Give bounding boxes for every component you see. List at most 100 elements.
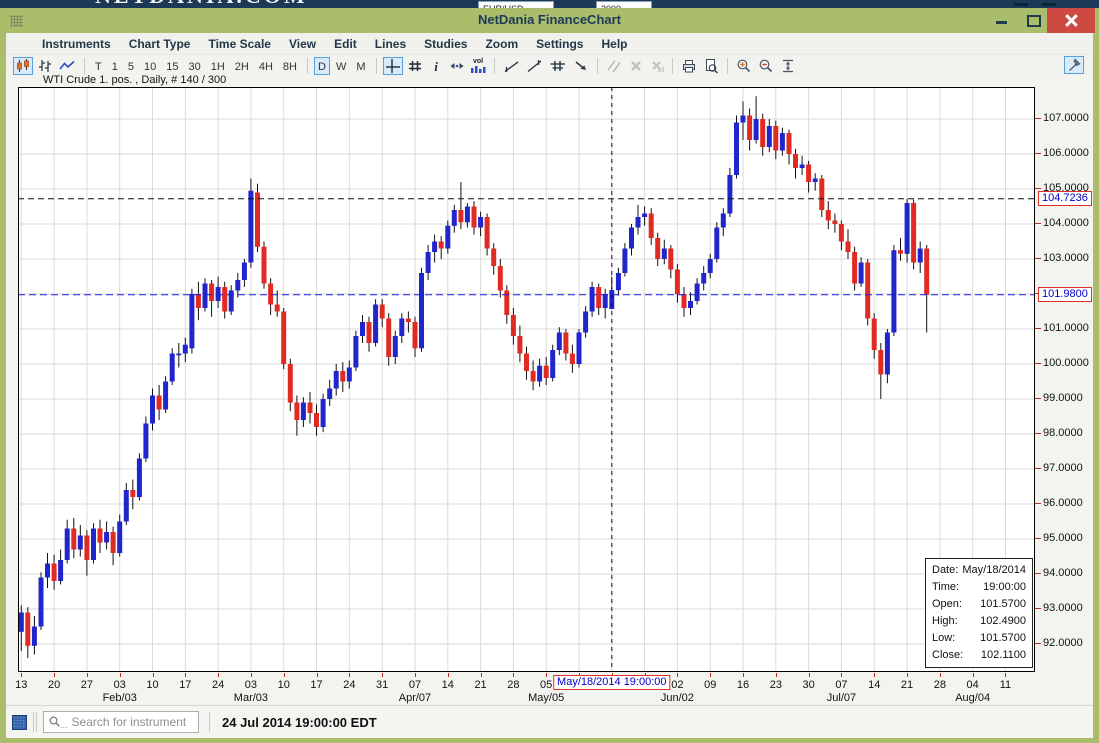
window-border-left (0, 33, 6, 738)
status-separator (209, 712, 210, 732)
parallel-line-button[interactable] (604, 57, 624, 75)
info-button[interactable]: i (427, 57, 445, 75)
close-button[interactable] (1047, 8, 1095, 33)
maximize-icon (1027, 15, 1041, 27)
timescale-8h-button[interactable]: 8H (279, 57, 301, 75)
date-axis-label: 14 (442, 679, 454, 691)
delete-x-icon (628, 58, 644, 74)
horizontal-range-button[interactable] (447, 57, 467, 75)
info-icon: i (430, 58, 442, 74)
menu-lines[interactable]: Lines (366, 37, 415, 51)
instrument-list-icon[interactable] (12, 715, 27, 730)
month-axis-label: Jul/07 (827, 692, 856, 704)
chart-type-candlestick-button[interactable] (13, 57, 33, 75)
line-chart-icon (59, 58, 76, 74)
tooltip-label: High: (932, 614, 958, 629)
minimize-button[interactable] (989, 8, 1015, 33)
menu-edit[interactable]: Edit (325, 37, 366, 51)
price-axis-tick (1035, 503, 1041, 504)
date-axis-label: 24 (343, 679, 355, 691)
menu-time-scale[interactable]: Time Scale (199, 37, 279, 51)
price-axis-label: 97.0000 (1043, 462, 1083, 474)
date-axis-label: 13 (15, 679, 27, 691)
parallel-lines-icon (606, 58, 622, 74)
price-axis-tick (1035, 258, 1041, 259)
timescale-2h-button[interactable]: 2H (231, 57, 253, 75)
date-axis-label: 31 (376, 679, 388, 691)
date-axis-tick (809, 673, 810, 677)
date-axis-label: 17 (310, 679, 322, 691)
search-input[interactable] (70, 714, 194, 730)
print-preview-button[interactable] (701, 57, 721, 75)
timescale-1h-button[interactable]: 1H (207, 57, 229, 75)
zoom-out-button[interactable] (756, 57, 776, 75)
period-d-button[interactable]: D (314, 57, 330, 75)
toolbar-separator (672, 58, 673, 74)
date-axis-label: 28 (934, 679, 946, 691)
period-m-button[interactable]: M (352, 57, 369, 75)
candlestick-chart[interactable] (18, 87, 1035, 672)
date-axis-tick (415, 673, 416, 677)
date-axis-label: 28 (507, 679, 519, 691)
price-axis-label: 94.0000 (1043, 567, 1083, 579)
zoom-in-button[interactable] (734, 57, 754, 75)
toolbar-separator (494, 58, 495, 74)
grid-toggle-button[interactable] (405, 57, 425, 75)
ray-line-icon (526, 58, 543, 74)
toolbar-separator (307, 58, 308, 74)
date-axis-label: 20 (48, 679, 60, 691)
timescale-4h-button[interactable]: 4H (255, 57, 277, 75)
menu-instruments[interactable]: Instruments (33, 37, 120, 51)
menu-settings[interactable]: Settings (527, 37, 592, 51)
delete-all-objects-button[interactable]: all (648, 57, 666, 75)
date-axis-tick (218, 673, 219, 677)
fit-vertical-button[interactable] (778, 57, 798, 75)
date-axis-label: 07 (835, 679, 847, 691)
crosshair-tool-button[interactable] (383, 57, 403, 75)
timescale-10-button[interactable]: 10 (140, 57, 160, 75)
period-w-button[interactable]: W (332, 57, 350, 75)
candlestick-icon (15, 58, 31, 74)
price-axis: 104.7236 101.9800 107.0000106.0000105.00… (1035, 76, 1093, 705)
timescale-15-button[interactable]: 15 (162, 57, 182, 75)
date-axis-label: 07 (409, 679, 421, 691)
alert-price-label: 104.7236 (1038, 191, 1092, 206)
arrow-tool-button[interactable] (571, 57, 591, 75)
search-box[interactable]: ... (43, 711, 199, 733)
pin-window-button[interactable] (1064, 56, 1084, 74)
price-axis-tick (1035, 573, 1041, 574)
menu-studies[interactable]: Studies (415, 37, 476, 51)
halfline-tool-button[interactable] (547, 57, 569, 75)
print-icon (681, 58, 697, 74)
chart-type-bars-button[interactable] (35, 57, 55, 75)
chart-type-line-button[interactable] (57, 57, 78, 75)
print-button[interactable] (679, 57, 699, 75)
maximize-button[interactable] (1020, 8, 1046, 33)
svg-text:i: i (434, 59, 438, 74)
trendline-tool-button[interactable] (501, 57, 522, 75)
timescale-1-button[interactable]: 1 (108, 57, 122, 75)
menu-chart-type[interactable]: Chart Type (120, 37, 200, 51)
delete-object-button[interactable] (626, 57, 646, 75)
tooltip-label: Open: (932, 597, 962, 612)
date-axis-label: 03 (114, 679, 126, 691)
date-axis-tick (874, 673, 875, 677)
background-fragment (1014, 3, 1028, 6)
price-axis-label: 106.0000 (1043, 147, 1089, 159)
toolbar: T151015301H2H4H8HDWM i (6, 54, 1093, 76)
timescale-5-button[interactable]: 5 (124, 57, 138, 75)
crosshair-icon (385, 58, 401, 74)
date-axis-label: 21 (901, 679, 913, 691)
menu-help[interactable]: Help (592, 37, 636, 51)
volume-toggle-button[interactable]: vol (469, 57, 488, 75)
crosshair-date-label: May/18/2014 19:00:00 (553, 675, 670, 690)
horizontal-arrows-icon (449, 58, 465, 74)
timescale-30-button[interactable]: 30 (184, 57, 204, 75)
timescale-t-button[interactable]: T (91, 57, 106, 75)
ray-tool-button[interactable] (524, 57, 545, 75)
window-titlebar[interactable]: NetDania FinanceChart (0, 8, 1099, 33)
date-axis-tick (546, 673, 547, 677)
menu-view[interactable]: View (280, 37, 325, 51)
menu-zoom[interactable]: Zoom (476, 37, 527, 51)
tooltip-row: High:102.4900 (926, 613, 1032, 630)
